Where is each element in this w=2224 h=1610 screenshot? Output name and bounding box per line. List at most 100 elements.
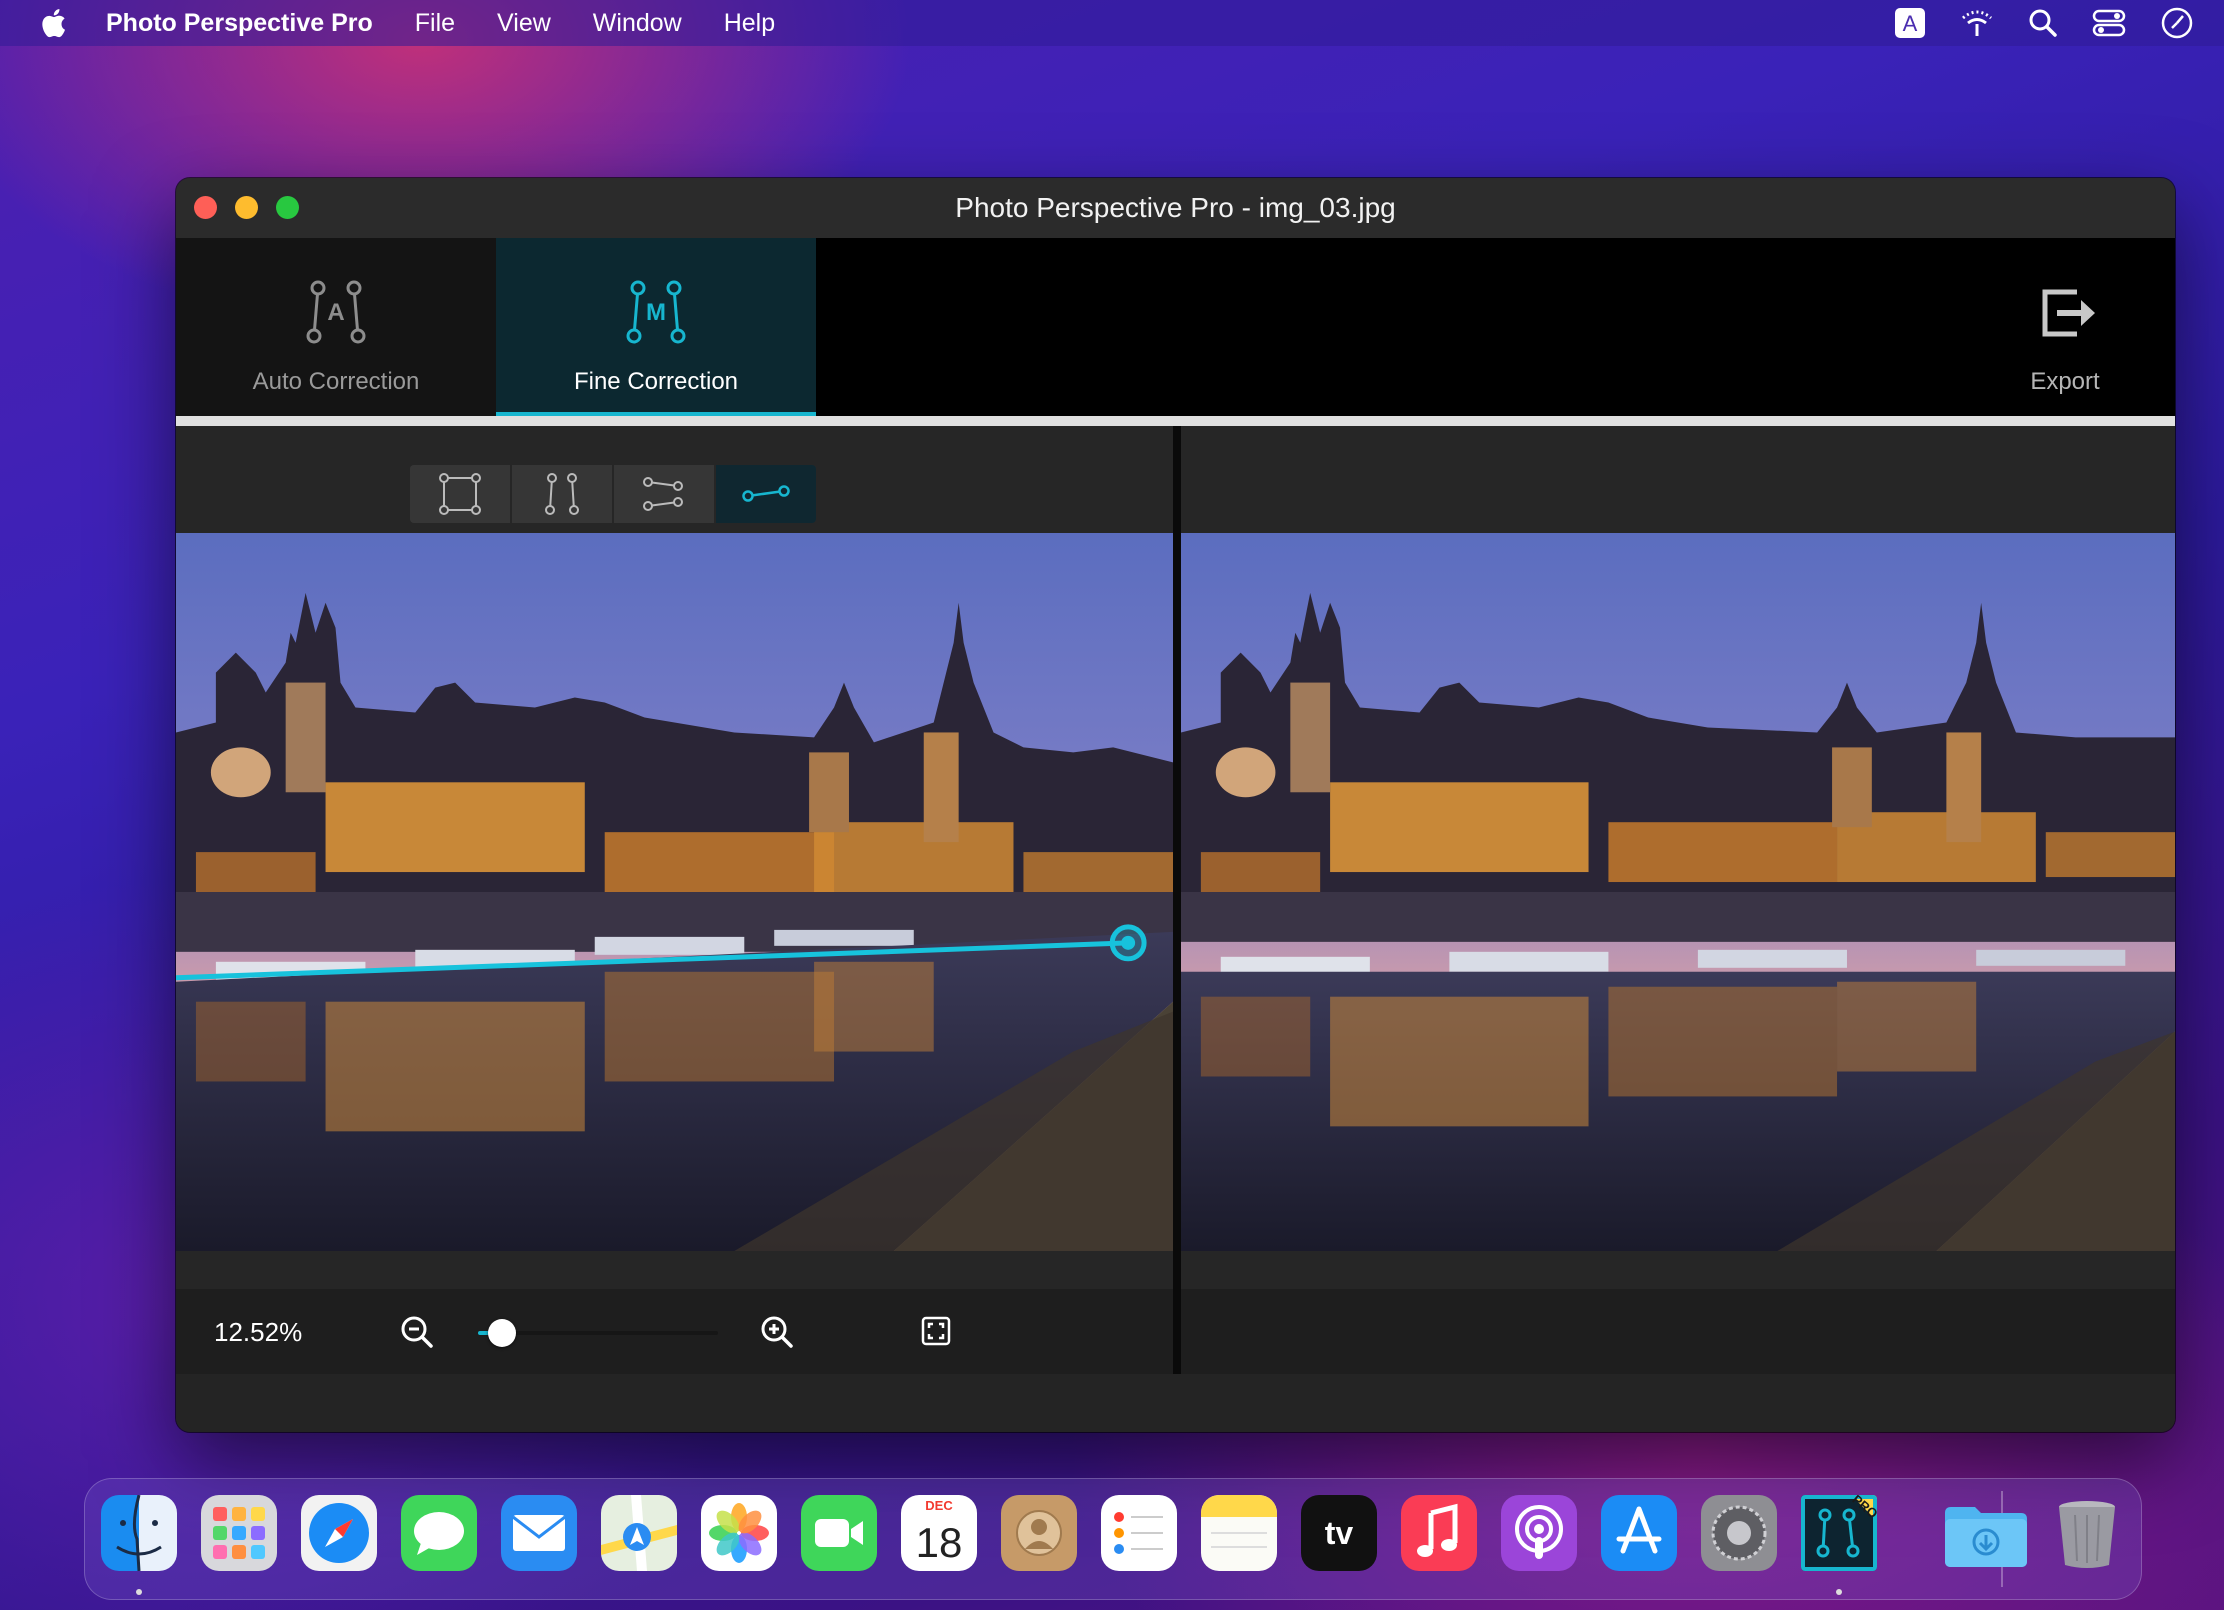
finder-icon <box>101 1495 177 1571</box>
correction-mode-group <box>410 465 816 523</box>
export-button[interactable]: Export <box>1965 238 2165 416</box>
maps-icon <box>601 1495 677 1571</box>
dock-photo-perspective-pro[interactable]: PRO <box>1801 1495 1877 1571</box>
dock-reminders[interactable] <box>1101 1495 1177 1571</box>
zoom-bar: 12.52% <box>176 1289 1173 1374</box>
dock-system-preferences[interactable] <box>1701 1495 1777 1571</box>
tab-auto-correction-label: Auto Correction <box>252 368 420 395</box>
dock-apple-tv[interactable]: tv <box>1301 1495 1377 1571</box>
export-icon <box>2042 289 2095 337</box>
dock-launchpad[interactable] <box>201 1495 277 1571</box>
dock-finder[interactable] <box>101 1495 177 1571</box>
fine-icon-letter: M <box>646 299 666 326</box>
safari-icon <box>301 1495 377 1571</box>
auto-icon-letter: A <box>327 299 344 326</box>
app-window: Photo Perspective Pro - img_03.jpg A Aut… <box>176 178 2175 1432</box>
preview-bottom-bar <box>1181 1289 2175 1374</box>
tab-fine-correction[interactable]: M Fine Correction <box>496 238 816 416</box>
window-controls <box>194 196 299 219</box>
contacts-icon <box>1001 1495 1077 1571</box>
menu-file[interactable]: File <box>415 9 455 38</box>
rectangle-mode-icon <box>439 473 481 515</box>
export-label: Export <box>2030 368 2100 395</box>
apple-tv-label: tv <box>1324 1515 1354 1551</box>
window-footer <box>176 1374 2175 1432</box>
original-panel: 12.52% <box>176 426 1173 1374</box>
tab-auto-correction[interactable]: A Auto Correction <box>176 238 496 416</box>
wifi-icon[interactable] <box>1960 8 1994 38</box>
zoom-slider-knob[interactable] <box>488 1319 516 1347</box>
calendar-day: 18 <box>901 1515 977 1571</box>
menu-app-name[interactable]: Photo Perspective Pro <box>106 9 373 38</box>
gear-icon <box>1701 1495 1777 1571</box>
facetime-icon <box>801 1495 877 1571</box>
downloads-folder-icon <box>1945 1507 2027 1567</box>
search-icon[interactable] <box>2028 8 2058 38</box>
menu-bar: Photo Perspective Pro File View Window H… <box>0 0 2224 46</box>
close-window-button[interactable] <box>194 196 217 219</box>
dock-music[interactable] <box>1401 1495 1477 1571</box>
dock-calendar[interactable]: DEC 18 <box>901 1495 977 1571</box>
dock-maps[interactable] <box>601 1495 677 1571</box>
keyboard-input-icon[interactable]: A <box>1894 7 1926 39</box>
mail-icon <box>501 1495 577 1571</box>
auto-correction-icon: A <box>306 280 366 344</box>
finder-running-dot <box>136 1589 142 1595</box>
trash-icon <box>2059 1501 2115 1568</box>
reminders-icon <box>1101 1495 1177 1571</box>
dock-contacts[interactable] <box>1001 1495 1077 1571</box>
dock-mail[interactable] <box>501 1495 577 1571</box>
toolbar: A Auto Correction M Fine Correction Expo… <box>176 238 2175 416</box>
fit-to-screen-icon[interactable] <box>920 1315 952 1347</box>
editor-area: 12.52% <box>176 426 2175 1432</box>
launchpad-icon <box>201 1495 277 1571</box>
clock-icon[interactable] <box>2160 6 2194 40</box>
photos-icon <box>701 1495 777 1571</box>
messages-icon <box>401 1495 477 1571</box>
dock: DEC 18 tv PRO <box>84 1478 2142 1600</box>
corrected-photo <box>1181 533 2175 1251</box>
app-store-icon <box>1601 1495 1677 1571</box>
window-title: Photo Perspective Pro - img_03.jpg <box>955 192 1396 223</box>
dock-facetime[interactable] <box>801 1495 877 1571</box>
dock-trash[interactable] <box>2049 1495 2125 1571</box>
notes-icon <box>1201 1495 1277 1571</box>
menu-window[interactable]: Window <box>593 9 682 38</box>
dock-podcasts[interactable] <box>1501 1495 1577 1571</box>
toolbar-divider <box>176 416 2175 426</box>
status-icons: A <box>1894 0 2194 46</box>
zoom-in-icon[interactable] <box>760 1315 794 1349</box>
menu-help[interactable]: Help <box>724 9 775 38</box>
vertical-lines-mode-button[interactable] <box>512 465 614 523</box>
control-center-icon[interactable] <box>2092 8 2126 38</box>
podcasts-icon <box>1501 1495 1577 1571</box>
menu-view[interactable]: View <box>497 9 551 38</box>
photo-perspective-pro-running-dot <box>1836 1589 1842 1595</box>
dock-safari[interactable] <box>301 1495 377 1571</box>
horizontal-lines-icon <box>643 477 683 511</box>
zoom-out-icon[interactable] <box>400 1315 434 1349</box>
single-line-mode-button[interactable] <box>716 465 816 523</box>
dock-app-store[interactable] <box>1601 1495 1677 1571</box>
dock-downloads[interactable] <box>1941 1495 2031 1571</box>
keyboard-indicator-text: A <box>1903 11 1918 36</box>
zoom-value: 12.52% <box>214 1317 303 1347</box>
minimize-window-button[interactable] <box>235 196 258 219</box>
music-icon <box>1401 1495 1477 1571</box>
single-line-icon <box>742 485 790 502</box>
preview-panel <box>1181 426 2175 1374</box>
apple-logo-icon[interactable] <box>40 8 66 38</box>
zoom-slider[interactable] <box>478 1319 718 1347</box>
dock-messages[interactable] <box>401 1495 477 1571</box>
tab-fine-correction-label: Fine Correction <box>573 368 739 395</box>
maximize-window-button[interactable] <box>276 196 299 219</box>
original-photo[interactable] <box>176 533 1173 1251</box>
fine-correction-icon: M <box>626 280 686 344</box>
dock-photos[interactable] <box>701 1495 777 1571</box>
vertical-lines-icon <box>545 473 579 515</box>
rectangle-mode-button[interactable] <box>410 465 512 523</box>
dock-notes[interactable] <box>1201 1495 1277 1571</box>
panel-divider[interactable] <box>1173 426 1181 1374</box>
title-bar[interactable]: Photo Perspective Pro - img_03.jpg <box>176 178 2175 238</box>
horizontal-lines-mode-button[interactable] <box>614 465 716 523</box>
